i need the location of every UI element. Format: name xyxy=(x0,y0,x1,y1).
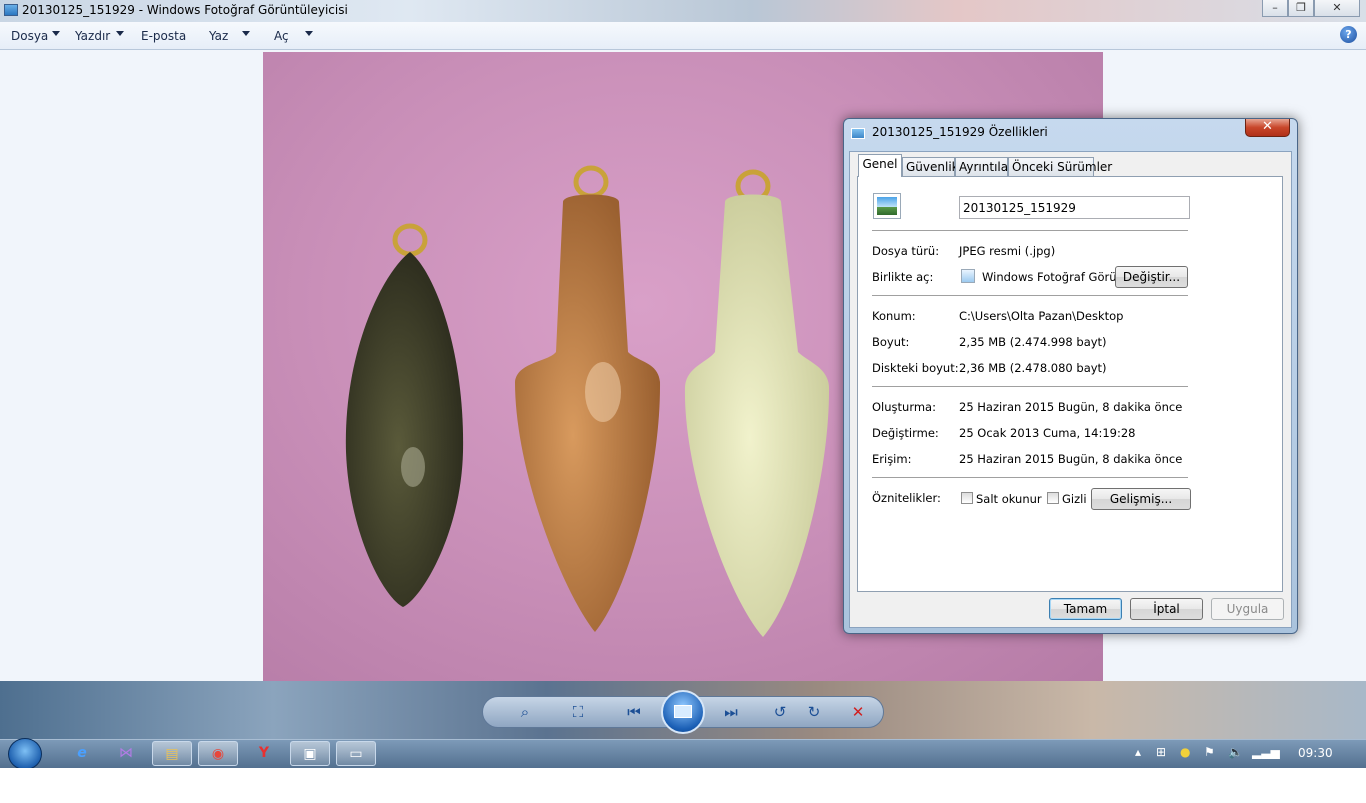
properties-dialog: 20130125_151929 Özellikleri ✕ Genel Güve… xyxy=(843,118,1298,634)
close-button[interactable]: ✕ xyxy=(1314,0,1360,17)
separator xyxy=(872,295,1188,296)
file-explorer-icon[interactable]: ▤ xyxy=(152,741,192,766)
menu-email[interactable]: E-posta xyxy=(141,29,186,43)
readonly-label[interactable]: Salt okunur xyxy=(976,492,1042,506)
photo-viewer-taskbar-icon[interactable]: ▣ xyxy=(290,741,330,766)
tab-security[interactable]: Güvenlik xyxy=(902,157,959,176)
disk-size-label: Diskteki boyut: xyxy=(872,361,959,375)
menu-file[interactable]: Dosya xyxy=(11,29,48,43)
cancel-button[interactable]: İptal xyxy=(1130,598,1203,620)
actual-size-icon[interactable]: ⛶ xyxy=(568,703,588,721)
created-label: Oluşturma: xyxy=(872,400,936,414)
dialog-close-button[interactable]: ✕ xyxy=(1245,119,1290,137)
delete-icon[interactable]: ✕ xyxy=(848,703,868,721)
rotate-clockwise-icon[interactable]: ↻ xyxy=(804,703,824,721)
blank-area xyxy=(0,768,1366,803)
attributes-label: Öznitelikler: xyxy=(872,491,941,505)
chevron-down-icon[interactable] xyxy=(305,31,313,36)
file-name-field[interactable] xyxy=(959,196,1190,219)
size-label: Boyut: xyxy=(872,335,910,349)
security-icon[interactable]: ● xyxy=(1180,745,1190,759)
chevron-down-icon[interactable] xyxy=(52,31,60,36)
hidden-checkbox[interactable] xyxy=(1047,492,1059,504)
yandex-browser-icon[interactable]: Y xyxy=(244,741,284,766)
location-value: C:\Users\Olta Pazan\Desktop xyxy=(959,309,1124,323)
taskbar-clock[interactable]: 09:30 xyxy=(1298,746,1333,760)
opens-with-label: Birlikte aç: xyxy=(872,270,934,284)
dialog-title: 20130125_151929 Özellikleri xyxy=(872,125,1048,139)
file-type-label: Dosya türü: xyxy=(872,244,940,258)
menu-print[interactable]: Yazdır xyxy=(75,29,110,43)
image-file-icon xyxy=(851,128,865,139)
next-icon[interactable]: ⏭ xyxy=(721,703,741,721)
disk-size-value: 2,36 MB (2.478.080 bayt) xyxy=(959,361,1107,375)
modified-value: 25 Ocak 2013 Cuma, 14:19:28 xyxy=(959,426,1136,440)
tab-previous-versions[interactable]: Önceki Sürümler xyxy=(1008,157,1112,176)
tab-general[interactable]: Genel xyxy=(858,154,902,177)
menu-bar: Dosya Yazdır E-posta Yaz Aç ? xyxy=(0,22,1366,50)
ok-button[interactable]: Tamam xyxy=(1049,598,1122,620)
title-bar: 20130125_151929 - Windows Fotoğraf Görün… xyxy=(0,0,1366,22)
advanced-button[interactable]: Gelişmiş... xyxy=(1091,488,1191,510)
properties-taskbar-icon[interactable]: ▭ xyxy=(336,741,376,766)
maximize-button[interactable]: ❐ xyxy=(1288,0,1314,17)
tray-expand-icon[interactable]: ▴ xyxy=(1135,745,1141,759)
file-type-value: JPEG resmi (.jpg) xyxy=(959,244,1056,258)
size-value: 2,35 MB (2.474.998 bayt) xyxy=(959,335,1107,349)
location-label: Konum: xyxy=(872,309,916,323)
slideshow-icon xyxy=(674,705,692,718)
image-thumbnail-icon xyxy=(873,193,901,219)
zoom-icon[interactable]: ⌕ xyxy=(510,703,540,721)
separator xyxy=(872,477,1188,478)
menu-open[interactable]: Aç xyxy=(274,29,289,43)
menu-burn[interactable]: Yaz xyxy=(209,29,228,43)
separator xyxy=(872,386,1188,387)
hidden-label[interactable]: Gizli xyxy=(1062,492,1087,506)
apply-button[interactable]: Uygula xyxy=(1211,598,1284,620)
modified-label: Değiştirme: xyxy=(872,426,939,440)
action-center-flag-icon[interactable]: ⚑ xyxy=(1204,745,1215,759)
volume-icon[interactable]: 🔈 xyxy=(1228,745,1243,759)
chrome-icon[interactable]: ◉ xyxy=(198,741,238,766)
help-icon[interactable]: ? xyxy=(1340,26,1357,43)
previous-icon[interactable]: ⏮ xyxy=(624,703,644,721)
chevron-down-icon[interactable] xyxy=(242,31,250,36)
windows-flag-icon[interactable]: ⊞ xyxy=(1156,745,1166,759)
rotate-counterclockwise-icon[interactable]: ↺ xyxy=(770,703,790,721)
tab-details[interactable]: Ayrıntılar xyxy=(955,157,1013,176)
chevron-down-icon[interactable] xyxy=(116,31,124,36)
photo-viewer-app-icon xyxy=(4,4,18,16)
readonly-checkbox[interactable] xyxy=(961,492,973,504)
network-signal-icon[interactable]: ▂▃▅ xyxy=(1252,745,1280,759)
photo-viewer-icon xyxy=(961,269,975,283)
general-tab-page: Dosya türü: JPEG resmi (.jpg) Birlikte a… xyxy=(857,176,1283,592)
start-button[interactable] xyxy=(8,738,42,770)
dialog-body: Genel Güvenlik Ayrıntılar Önceki Sürümle… xyxy=(849,151,1292,628)
accessed-value: 25 Haziran 2015 Bugün, 8 dakika önce xyxy=(959,452,1183,466)
minimize-button[interactable]: – xyxy=(1262,0,1288,17)
slideshow-button[interactable] xyxy=(661,690,705,734)
media-center-icon[interactable]: ⋈ xyxy=(106,741,146,766)
accessed-label: Erişim: xyxy=(872,452,912,466)
separator xyxy=(872,230,1188,231)
internet-explorer-icon[interactable]: e xyxy=(62,741,102,766)
change-button[interactable]: Değiştir... xyxy=(1115,266,1188,288)
opens-with-value: Windows Fotoğraf Görüntü xyxy=(982,270,1136,284)
created-value: 25 Haziran 2015 Bugün, 8 dakika önce xyxy=(959,400,1183,414)
window-title: 20130125_151929 - Windows Fotoğraf Görün… xyxy=(22,3,348,17)
